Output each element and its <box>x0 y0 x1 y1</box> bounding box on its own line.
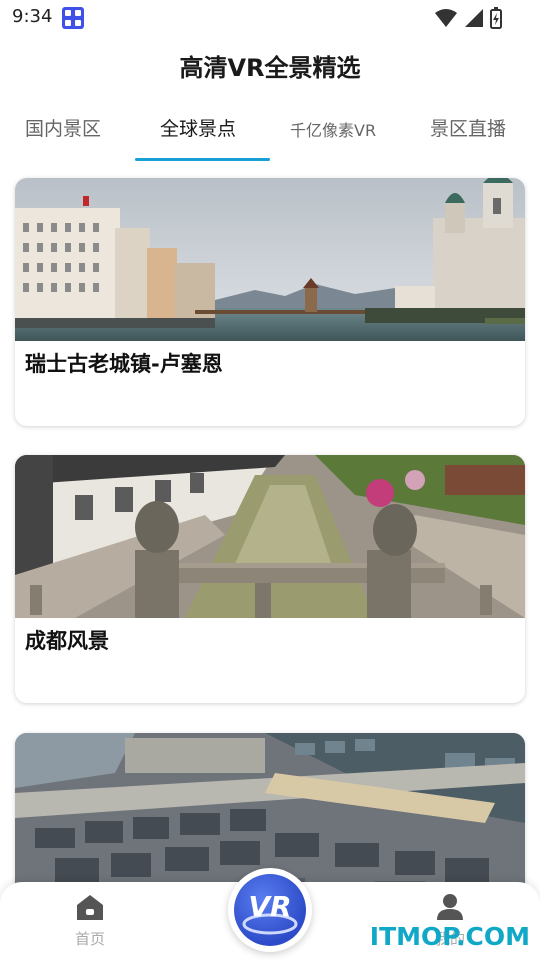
nav-home-label: 首页 <box>74 930 105 948</box>
scenic-card-lucerne[interactable]: 瑞士古老城镇-卢塞恩 <box>15 178 525 426</box>
status-bar: 9:34 <box>0 0 540 36</box>
scenic-image[interactable] <box>15 455 525 618</box>
watermark: ITMOP.COM <box>369 922 530 951</box>
vr-label: VR <box>248 890 292 923</box>
scenic-card-title: 成都风景 <box>25 629 109 653</box>
scenic-card-title: 瑞士古老城镇-卢塞恩 <box>25 352 223 376</box>
cellular-signal-icon <box>465 9 483 27</box>
status-time: 9:34 <box>12 6 53 27</box>
nav-home[interactable]: 首页 <box>50 892 130 949</box>
vr-logo-icon: VR <box>234 874 306 946</box>
battery-icon <box>490 7 502 29</box>
wifi-icon <box>435 9 457 27</box>
home-icon <box>77 895 103 920</box>
vr-center-button[interactable]: VR <box>228 868 312 952</box>
tab-global-attractions[interactable]: 全球景点 <box>160 114 236 141</box>
category-tabs: 国内景区 全球景点 千亿像素VR 景区直播 <box>0 108 540 162</box>
scenic-card-chengdu[interactable]: 成都风景 <box>15 455 525 703</box>
tab-gigapixel-vr[interactable]: 千亿像素VR <box>290 117 376 141</box>
tab-scenic-live[interactable]: 景区直播 <box>430 114 506 141</box>
app-notification-icon <box>62 7 84 29</box>
tab-domestic-scenic[interactable]: 国内景区 <box>25 114 101 141</box>
active-tab-indicator <box>135 158 270 161</box>
user-icon <box>437 894 463 920</box>
page-title: 高清VR全景精选 <box>179 54 361 82</box>
scenic-image[interactable] <box>15 178 525 341</box>
status-indicators <box>434 7 504 29</box>
